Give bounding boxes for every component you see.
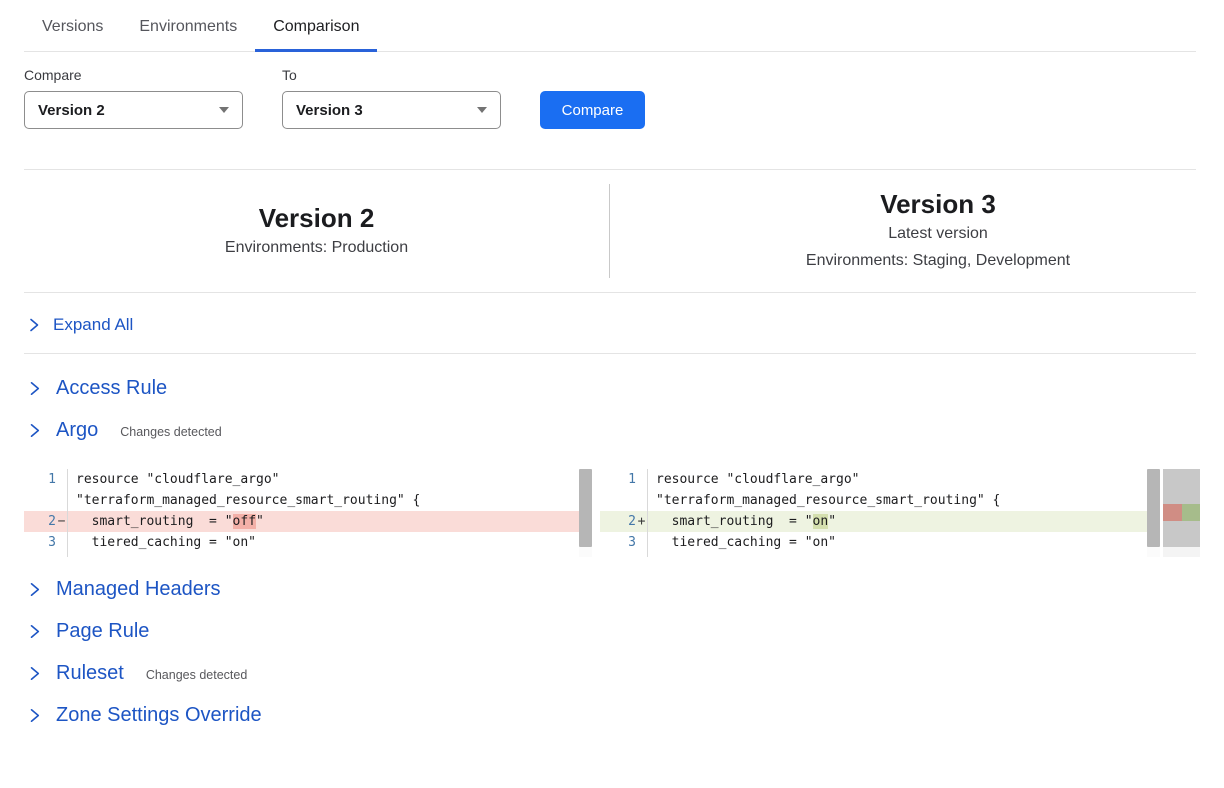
code-text: tiered_caching = "on" (648, 532, 836, 553)
line-number-gutter (600, 490, 648, 511)
changes-detected-badge: Changes detected (120, 422, 221, 439)
minimap-removed-marker (1163, 504, 1182, 521)
compare-to-select[interactable]: Version 3 (282, 91, 501, 129)
expand-all-label: Expand All (53, 315, 133, 335)
line-number-gutter (24, 490, 68, 511)
section-label: Managed Headers (56, 578, 221, 601)
tab-environments[interactable]: Environments (121, 0, 255, 51)
version-right-header: Version 3 Latest version Environments: S… (610, 188, 1196, 274)
code-text: } (648, 553, 664, 557)
diff-line: } (24, 553, 592, 557)
diff-line: } (600, 553, 1160, 557)
code-text: "terraform_managed_resource_smart_routin… (68, 490, 420, 511)
compare-form: Compare Version 2 To Version 3 Compare (24, 67, 1196, 129)
chevron-right-icon (28, 423, 41, 438)
tab-bar: Versions Environments Comparison (24, 0, 1196, 52)
code-text: smart_routing = "on" (648, 511, 836, 532)
changes-detected-badge: Changes detected (146, 665, 247, 682)
caret-down-icon (477, 107, 487, 113)
code-text: resource "cloudflare_argo" (648, 469, 860, 490)
diff-line: "terraform_managed_resource_smart_routin… (600, 490, 1160, 511)
chevron-right-icon (28, 624, 41, 639)
version-right-subtitle: Latest version (888, 220, 988, 247)
line-number-gutter (24, 553, 68, 557)
code-text: smart_routing = "off" (68, 511, 264, 532)
compare-from-field: Compare Version 2 (24, 67, 243, 129)
caret-down-icon (219, 107, 229, 113)
diff-line: 3 tiered_caching = "on" (24, 532, 592, 553)
chevron-right-icon (28, 381, 41, 396)
section-access-rule[interactable]: Access Rule (28, 374, 1196, 402)
section-label: Access Rule (56, 377, 167, 400)
code-text: resource "cloudflare_argo" (68, 469, 280, 490)
chevron-right-icon (28, 708, 41, 723)
chevron-right-icon (28, 318, 40, 332)
line-number-gutter (600, 553, 648, 557)
scrollbar-thumb[interactable] (1147, 469, 1160, 547)
tab-versions[interactable]: Versions (24, 0, 121, 51)
section-page-rule[interactable]: Page Rule (28, 617, 1196, 645)
to-label: To (282, 67, 501, 83)
minimap-added-marker (1182, 504, 1200, 521)
chevron-right-icon (28, 582, 41, 597)
code-text: tiered_caching = "on" (68, 532, 256, 553)
diff-line: "terraform_managed_resource_smart_routin… (24, 490, 592, 511)
version-right-title: Version 3 (880, 188, 996, 220)
section-ruleset[interactable]: Ruleset Changes detected (28, 659, 1196, 687)
section-label: Ruleset (56, 662, 124, 685)
diff-minimap[interactable] (1163, 469, 1200, 557)
compare-from-select[interactable]: Version 2 (24, 91, 243, 129)
diff-left-scrollbar[interactable] (579, 469, 592, 557)
expand-all-button[interactable]: Expand All (24, 315, 133, 335)
compare-button[interactable]: Compare (540, 91, 645, 129)
line-number-gutter: 3 (600, 532, 648, 553)
line-number-gutter: 2+ (600, 511, 648, 532)
code-text: } (68, 553, 84, 557)
diff-line: 2− smart_routing = "off" (24, 511, 592, 532)
line-number-gutter: 1 (24, 469, 68, 490)
diff-right-panel: 1resource "cloudflare_argo""terraform_ma… (600, 469, 1160, 557)
version-right-environments: Environments: Staging, Development (806, 247, 1070, 274)
chevron-right-icon (28, 666, 41, 681)
version-left-environments: Environments: Production (225, 234, 408, 261)
line-number-gutter: 3 (24, 532, 68, 553)
section-label: Page Rule (56, 620, 149, 643)
line-number-gutter: 2− (24, 511, 68, 532)
diff-right-scrollbar[interactable] (1147, 469, 1160, 557)
diff-line: 3 tiered_caching = "on" (600, 532, 1160, 553)
expand-all-row: Expand All (24, 293, 1196, 354)
section-argo[interactable]: Argo Changes detected (28, 416, 1196, 444)
section-zone-settings-override[interactable]: Zone Settings Override (28, 701, 1196, 729)
section-label: Zone Settings Override (56, 704, 262, 727)
code-text: "terraform_managed_resource_smart_routin… (648, 490, 1000, 511)
version-headers: Version 2 Environments: Production Versi… (24, 170, 1196, 292)
section-managed-headers[interactable]: Managed Headers (28, 575, 1196, 603)
diff-line: 1resource "cloudflare_argo" (24, 469, 592, 490)
diff-left-panel: 1resource "cloudflare_argo""terraform_ma… (24, 469, 592, 557)
section-label: Argo (56, 419, 98, 442)
scrollbar-thumb[interactable] (579, 469, 592, 547)
compare-to-field: To Version 3 (282, 67, 501, 129)
diff-line: 1resource "cloudflare_argo" (600, 469, 1160, 490)
diff-line: 2+ smart_routing = "on" (600, 511, 1160, 532)
line-number-gutter: 1 (600, 469, 648, 490)
version-left-header: Version 2 Environments: Production (24, 202, 609, 261)
compare-from-value: Version 2 (38, 102, 105, 119)
argo-diff-viewer: 1resource "cloudflare_argo""terraform_ma… (24, 469, 1200, 557)
compare-to-value: Version 3 (296, 102, 363, 119)
tab-comparison[interactable]: Comparison (255, 0, 377, 51)
version-left-title: Version 2 (259, 202, 375, 234)
compare-label: Compare (24, 67, 243, 83)
